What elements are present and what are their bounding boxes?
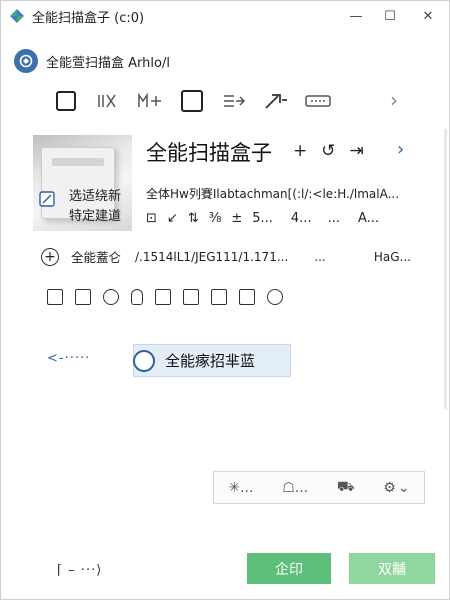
device-thumbnail[interactable]: 选适绕新 特定建道 xyxy=(33,135,132,231)
thumbnail-caption-line-1: 选适绕新 xyxy=(69,189,122,204)
window-title: 全能扫描盒子 (c:0) xyxy=(32,10,145,26)
grid-icon[interactable] xyxy=(87,86,129,116)
value-a: A... xyxy=(357,211,380,226)
home-icon[interactable] xyxy=(239,289,255,305)
app-logo-icon xyxy=(8,7,26,25)
status-size: HaG... xyxy=(373,249,411,264)
device-icon-row: ⊡ ↙ ⇅ ⅜ ± 5... 4... ... A... xyxy=(146,211,379,226)
scan-button-label: 全能瘃招芈蓝 xyxy=(165,352,256,370)
plus-minus-icon[interactable]: ± xyxy=(231,211,242,226)
magic-icon[interactable]: ✳... xyxy=(228,480,253,496)
cancel-button[interactable]: 双黼 xyxy=(349,553,435,584)
text-icon[interactable] xyxy=(75,289,91,305)
layers-icon[interactable] xyxy=(129,86,171,116)
scan-button[interactable]: 全能瘃招芈蓝 xyxy=(133,344,291,377)
chevron-down-icon: ⌄ xyxy=(397,479,410,496)
quick-icons xyxy=(47,289,283,305)
device-title: 全能扫描盒子 xyxy=(146,141,272,165)
status-label: 全能蓋仑 xyxy=(71,250,122,265)
back-link[interactable]: <-····· xyxy=(47,351,90,366)
device-info: 全体Hw列賽Ilabtachman[(:l/:<le:H./lmalA... xyxy=(146,187,400,201)
square-icon[interactable] xyxy=(45,86,87,116)
sort-icon[interactable]: ⇅ xyxy=(188,211,199,226)
window-controls: — ☐ ✕ xyxy=(339,1,449,31)
export-icon[interactable] xyxy=(213,86,255,116)
settings-gear-icon[interactable]: ⚙ ⌄ xyxy=(383,480,409,496)
value-4: 4... xyxy=(290,211,312,226)
scanner-slot xyxy=(52,158,104,166)
add-icon[interactable]: + xyxy=(293,141,307,161)
resize-icon[interactable]: ↙ xyxy=(167,211,178,226)
status-path: /.1514lL1/JEG111/1.171... xyxy=(135,249,289,264)
close-button[interactable]: ✕ xyxy=(407,1,449,31)
status-dots: ... xyxy=(314,249,326,264)
frame-icon[interactable] xyxy=(171,86,213,116)
list-icon[interactable] xyxy=(211,289,227,305)
monitor-icon[interactable] xyxy=(155,289,171,305)
chart-icon[interactable] xyxy=(183,289,199,305)
chat-icon[interactable]: ☖... xyxy=(282,480,308,496)
confirm-button[interactable]: 企印 xyxy=(247,553,331,584)
settings-gear-glyph: ⚙ xyxy=(383,479,396,496)
forward-icon[interactable]: ⇥ xyxy=(350,141,364,161)
toolbar-more-chevron-icon[interactable]: › xyxy=(373,85,415,115)
value-ellipsis: ... xyxy=(327,211,340,226)
thumbnail-caption-line-2: 特定建道 xyxy=(69,209,122,224)
scrollbar[interactable] xyxy=(444,129,447,409)
select-icon[interactable]: ⊡ xyxy=(146,211,157,226)
next-chevron-icon[interactable]: › xyxy=(397,139,404,160)
minimize-button[interactable]: — xyxy=(339,1,373,31)
gear-icon[interactable] xyxy=(267,289,283,305)
title-bar: 全能扫描盒子 (c:0) — ☐ ✕ xyxy=(1,1,449,31)
footer-nav[interactable]: ⌈ – ···⟩ xyxy=(57,563,102,578)
app-name: 全能萱扫描盒 Arhlo/l xyxy=(46,55,170,71)
thumbnail-caption: 选适绕新 特定建道 xyxy=(69,187,121,227)
menu-icon[interactable] xyxy=(297,86,339,116)
refresh-icon[interactable]: ↺ xyxy=(321,141,335,161)
toolbar: › xyxy=(45,85,415,117)
vehicle-icon[interactable]: ⛟ xyxy=(337,479,355,497)
maximize-button[interactable]: ☐ xyxy=(373,1,407,31)
title-actions: + ↺ ⇥ xyxy=(293,141,364,161)
app-window: 全能扫描盒子 (c:0) — ☐ ✕ 全能萱扫描盒 Arhlo/l › 选适绕新… xyxy=(0,0,450,600)
scan-radio-icon xyxy=(133,349,155,372)
brand-logo-icon xyxy=(14,49,38,73)
ratio-icon[interactable]: ⅜ xyxy=(209,211,222,226)
calendar-icon[interactable] xyxy=(47,289,63,305)
status-row: + 全能蓋仑 /.1514lL1/JEG111/1.171... ... HaG… xyxy=(41,247,411,266)
hand-icon[interactable] xyxy=(131,289,143,305)
add-circle-icon[interactable]: + xyxy=(41,247,59,266)
bottom-tools: ✳... ☖... ⛟ ⚙ ⌄ xyxy=(213,471,425,504)
app-header: 全能萱扫描盒 Arhlo/l xyxy=(14,49,170,73)
pen-icon[interactable] xyxy=(255,86,297,116)
value-5: 5... xyxy=(252,211,273,226)
clock-icon[interactable] xyxy=(103,289,119,305)
edit-icon[interactable] xyxy=(39,191,55,207)
